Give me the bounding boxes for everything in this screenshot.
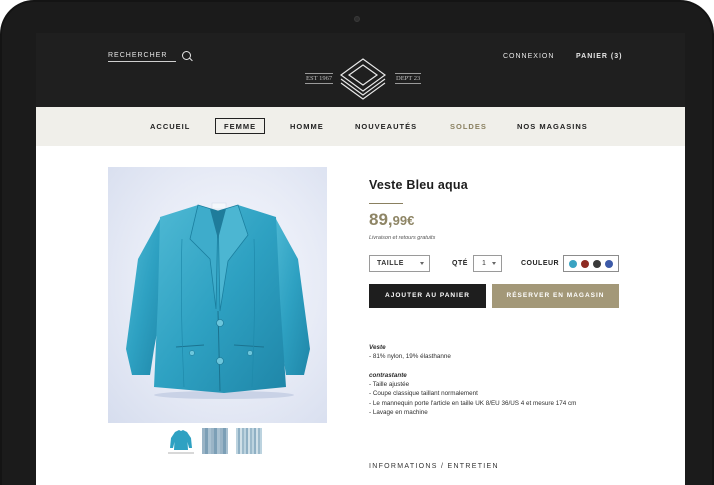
product-image[interactable] — [108, 167, 327, 423]
jacket-illustration — [126, 202, 310, 399]
webcam — [354, 16, 360, 22]
diamond-logo-icon — [339, 58, 387, 100]
description-bullet: - Coupe classique taillant normalement — [369, 390, 478, 398]
color-swatch-charcoal[interactable] — [593, 259, 601, 268]
quantity-select[interactable]: 1 — [473, 255, 502, 272]
price-integer: 89, — [369, 210, 393, 229]
jacket-thumb-icon — [170, 430, 192, 450]
thumbnail-front[interactable] — [168, 428, 194, 454]
nav-item-soldes[interactable]: SOLDES — [450, 107, 487, 146]
color-swatches — [563, 255, 619, 272]
nav-item-homme[interactable]: HOMME — [290, 107, 324, 146]
description-heading: contrastante — [369, 371, 407, 379]
nav-label: HOMME — [290, 122, 324, 131]
nav-label: FEMME — [215, 118, 266, 134]
search-label[interactable]: RECHERCHER — [108, 52, 176, 62]
nav-item-femme[interactable]: FEMME — [215, 107, 266, 146]
title-divider — [369, 203, 403, 204]
browser-screen: RECHERCHER EST 1967 DEPT 23 CONNEXION PA… — [36, 33, 685, 485]
cart-link[interactable]: PANIER (3) — [576, 53, 622, 60]
logo-year: EST 1967 — [305, 73, 334, 84]
color-swatch-aqua[interactable] — [569, 259, 577, 268]
product-title: Veste Bleu aqua — [369, 178, 468, 192]
site-header: RECHERCHER EST 1967 DEPT 23 CONNEXION PA… — [36, 33, 685, 107]
logo-dept: DEPT 23 — [395, 73, 422, 84]
nav-item-accueil[interactable]: ACCUEIL — [150, 107, 190, 146]
thumbnail-fabric-detail[interactable] — [202, 428, 228, 454]
color-label: COULEUR — [521, 260, 560, 267]
nav-label: NOUVEAUTÉS — [355, 122, 418, 131]
quantity-label: QTÉ — [452, 260, 468, 267]
login-link[interactable]: CONNEXION — [503, 53, 554, 60]
search-box[interactable]: RECHERCHER — [108, 51, 193, 62]
delivery-note: Livraison et retours gratuits — [369, 235, 436, 241]
color-swatch-red[interactable] — [581, 259, 589, 268]
chevron-down-icon — [492, 262, 496, 265]
color-swatch-blue[interactable] — [605, 259, 613, 268]
description-bullet: - Le mannequin porte l'article en taille… — [369, 399, 577, 407]
logo[interactable]: EST 1967 DEPT 23 — [304, 57, 422, 101]
nav-item-nouveautes[interactable]: NOUVEAUTÉS — [355, 107, 417, 146]
product-price: 89,99€ — [369, 210, 414, 230]
description-bullet: - Taille ajustée — [369, 381, 410, 389]
nav-label: SOLDES — [450, 122, 487, 131]
search-icon[interactable] — [182, 51, 193, 62]
thumbnail-texture-detail[interactable] — [236, 428, 262, 454]
nav-item-magasins[interactable]: NOS MAGASINS — [517, 107, 588, 146]
description-bullet: - Lavage en machine — [369, 409, 428, 417]
size-select-value: TAILLE — [377, 260, 404, 267]
description-heading: Veste — [369, 344, 386, 351]
chevron-down-icon — [420, 262, 424, 265]
product-description: Veste - 81% nylon, 19% élasthanne contra… — [369, 343, 629, 417]
nav-label: ACCUEIL — [150, 122, 191, 131]
main-nav: ACCUEIL FEMME HOMME NOUVEAUTÉS SOLDES NO… — [36, 107, 685, 146]
info-care-tab[interactable]: INFORMATIONS / ENTRETIEN — [369, 463, 499, 470]
size-select[interactable]: TAILLE — [369, 255, 430, 272]
nav-label: NOS MAGASINS — [517, 122, 588, 131]
add-to-cart-button[interactable]: AJOUTER AU PANIER — [369, 284, 486, 308]
reserve-in-store-button[interactable]: RÉSERVER EN MAGASIN — [492, 284, 619, 308]
description-line: - 81% nylon, 19% élasthanne — [369, 353, 451, 361]
price-decimal: 99€ — [392, 213, 415, 228]
quantity-value: 1 — [482, 260, 486, 267]
